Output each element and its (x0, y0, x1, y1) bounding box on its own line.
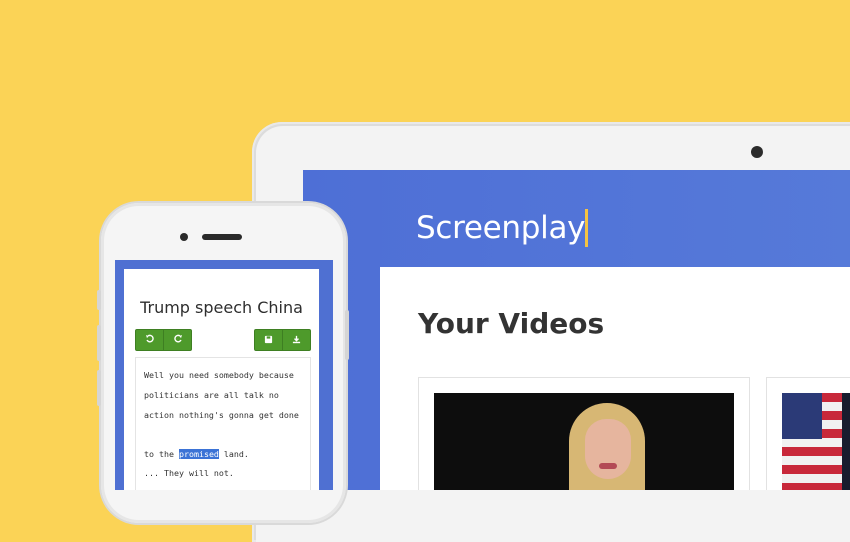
phone-mute-switch (97, 290, 101, 310)
phone-volume-down (97, 370, 101, 406)
transcript-line[interactable]: ... They will not. (144, 468, 234, 478)
video-card[interactable] (766, 377, 850, 490)
phone-screen: Trump speech China Well you need somebod… (115, 260, 333, 490)
person-lips (599, 463, 617, 469)
download-button[interactable] (282, 329, 311, 351)
download-icon (292, 335, 301, 343)
transcript-line[interactable]: to the promised land. (144, 449, 249, 459)
phone-power-button (345, 310, 349, 360)
transcript-document: Trump speech China Well you need somebod… (124, 269, 319, 490)
undo-button[interactable] (135, 329, 164, 351)
flag-canton (782, 393, 822, 439)
app-logo[interactable]: Screenplay (416, 210, 586, 246)
redo-icon (173, 334, 182, 343)
transcript-text: to the (144, 449, 179, 459)
page-title: Your Videos (418, 307, 605, 340)
transcript-line[interactable]: politicians are all talk no (144, 390, 279, 400)
undo-icon (145, 334, 154, 343)
content-panel: Your Videos (380, 267, 850, 490)
transcript-line[interactable]: Well you need somebody because (144, 370, 294, 380)
video-thumbnail[interactable] (782, 393, 850, 490)
phone-camera (180, 233, 188, 241)
logo-cursor (585, 209, 588, 247)
video-thumbnail[interactable] (434, 393, 734, 490)
save-icon (264, 335, 273, 343)
phone-volume-up (97, 325, 101, 361)
phone-speaker (202, 234, 242, 240)
transcript-line[interactable]: action nothing's gonna get done (144, 410, 299, 420)
save-button[interactable] (254, 329, 283, 351)
transcript-editor[interactable]: Well you need somebody because politicia… (135, 357, 311, 490)
laptop-screen: Screenplay Your Videos (303, 170, 850, 490)
person-face (585, 419, 631, 479)
document-title: Trump speech China (140, 298, 303, 317)
selected-word[interactable]: promised (178, 449, 219, 459)
laptop-camera (751, 146, 763, 158)
transcript-text: land. (218, 449, 249, 459)
redo-button[interactable] (163, 329, 192, 351)
video-card[interactable] (418, 377, 750, 490)
